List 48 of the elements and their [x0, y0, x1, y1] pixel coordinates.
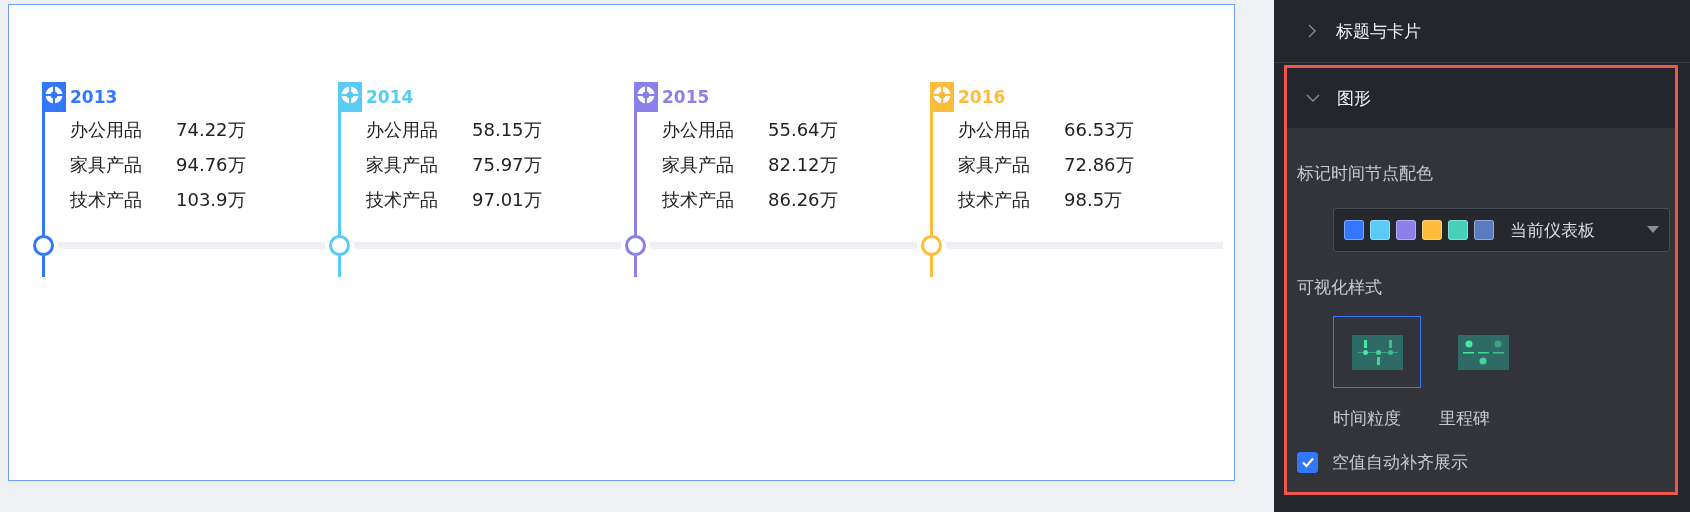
year-label: 2014 [366, 86, 415, 109]
category-label: 家具产品 [662, 153, 735, 177]
category-label: 技术产品 [662, 188, 735, 212]
category-label: 家具产品 [70, 153, 143, 177]
milestone-style-icon [1457, 334, 1509, 370]
checkbox-label: 空值自动补齐展示 [1332, 451, 1468, 474]
category-value: 94.76万 [176, 153, 246, 177]
category-label: 技术产品 [958, 188, 1031, 212]
category-value: 74.22万 [176, 118, 246, 142]
style-option-label: 里程碑 [1439, 407, 1490, 430]
field-label: 标记时间节点配色 [1297, 162, 1433, 185]
category-label: 办公用品 [366, 118, 439, 142]
category-label: 技术产品 [366, 188, 439, 212]
timeline-node [33, 235, 54, 256]
category-label: 办公用品 [70, 118, 143, 142]
category-value: 58.15万 [472, 118, 542, 142]
category-value: 75.97万 [472, 153, 542, 177]
timeline-stem [930, 256, 933, 277]
category-value: 103.9万 [176, 188, 246, 212]
style-option[interactable] [1333, 316, 1421, 388]
timeline-stem [338, 256, 341, 277]
category-value: 66.53万 [1064, 118, 1134, 142]
caret-icon [1647, 226, 1659, 234]
field-label: 可视化样式 [1297, 276, 1382, 299]
category-value: 97.01万 [472, 188, 542, 212]
timeline-node [625, 235, 646, 256]
category-value: 86.26万 [768, 188, 838, 212]
style-option-label: 时间粒度 [1333, 407, 1401, 430]
category-label: 家具产品 [366, 153, 439, 177]
timeline-stem [634, 256, 637, 277]
category-value: 82.12万 [768, 153, 838, 177]
timeline-stem [42, 256, 45, 277]
palette-dropdown[interactable]: 当前仪表板 [1333, 208, 1670, 252]
category-label: 家具产品 [958, 153, 1031, 177]
category-value: 98.5万 [1064, 188, 1124, 212]
checkbox[interactable] [1297, 451, 1318, 473]
year-label: 2016 [958, 86, 1007, 109]
category-value: 55.64万 [768, 118, 838, 142]
timeline-node [329, 235, 350, 256]
year-label: 2013 [70, 86, 119, 109]
category-value: 72.86万 [1064, 153, 1134, 177]
year-label: 2015 [662, 86, 711, 109]
dropdown-value: 当前仪表板 [1510, 218, 1596, 242]
category-label: 技术产品 [70, 188, 143, 212]
timeline-node [921, 235, 942, 256]
category-label: 办公用品 [662, 118, 735, 142]
category-label: 办公用品 [958, 118, 1031, 142]
timeline-style-icon [1351, 334, 1403, 370]
